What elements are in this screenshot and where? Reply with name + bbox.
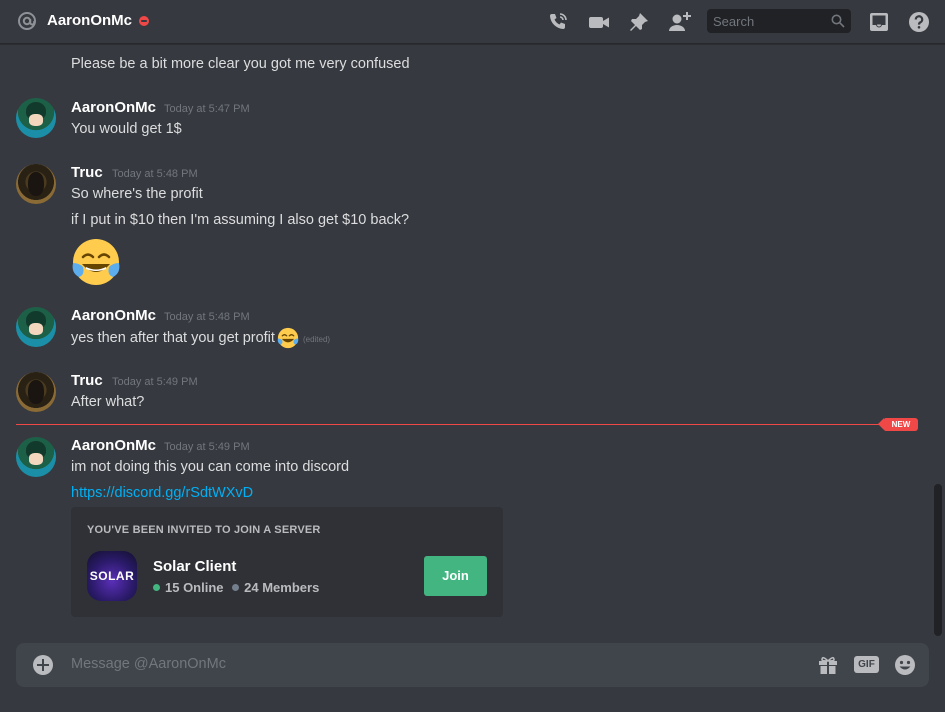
inbox-icon[interactable] [868, 11, 890, 33]
message-text: if I put in $10 then I'm assuming I also… [71, 212, 410, 228]
message-timestamp: Today at 5:47 PM [164, 103, 250, 115]
upload-plus-icon[interactable] [33, 655, 53, 675]
avatar[interactable] [16, 98, 56, 138]
online-count: 15 Online [165, 580, 224, 595]
avatar[interactable] [16, 307, 56, 347]
add-friends-to-dm-icon[interactable] [668, 11, 691, 33]
message-text: After what? [71, 394, 145, 410]
gif-icon[interactable]: GIF [854, 656, 879, 673]
dnd-status-icon [139, 16, 149, 26]
member-count: 24 Members [244, 580, 320, 595]
message-composer[interactable]: Message @AaronOnMc GIF [16, 643, 929, 687]
avatar[interactable] [16, 437, 56, 477]
message-text: im not doing this you can come into disc… [71, 459, 350, 475]
message-author[interactable]: AaronOnMc [71, 307, 156, 324]
start-video-call-icon[interactable] [588, 11, 610, 33]
joy-emoji-icon[interactable] [71, 237, 121, 287]
message-line: yes then after that you get profit (edit… [71, 327, 330, 349]
at-icon [17, 11, 37, 31]
message-text: yes then after that you get profit [71, 329, 275, 346]
server-invite-card: YOU'VE BEEN INVITED TO JOIN A SERVER SOL… [71, 507, 503, 617]
start-voice-call-icon[interactable] [547, 11, 569, 33]
avatar[interactable] [16, 164, 56, 204]
message-text: So where's the profit [71, 186, 203, 202]
gift-icon[interactable] [817, 654, 839, 676]
server-icon-label: SOLAR [89, 569, 135, 583]
dm-username: AaronOnMc [47, 12, 133, 29]
message-text: Please be a bit more clear you got me ve… [71, 56, 410, 72]
invite-link[interactable]: https://discord.gg/rSdtWXvD [71, 485, 253, 501]
edited-label: (edited) [302, 334, 331, 344]
help-icon[interactable] [908, 11, 930, 33]
search-input[interactable]: Search [707, 9, 851, 33]
search-placeholder: Search [713, 14, 755, 29]
message-author[interactable]: AaronOnMc [71, 99, 156, 116]
message-scrollbar[interactable] [934, 484, 942, 636]
message-text: You would get 1$ [71, 121, 182, 137]
server-stats: 15 Online 24 Members [153, 580, 319, 595]
joy-emoji-icon[interactable] [277, 327, 299, 349]
server-icon[interactable]: SOLAR [87, 551, 137, 601]
invite-heading: YOU'VE BEEN INVITED TO JOIN A SERVER [87, 524, 321, 536]
members-dot-icon [232, 584, 240, 591]
message-timestamp: Today at 5:48 PM [164, 311, 250, 323]
message-timestamp: Today at 5:49 PM [164, 441, 250, 453]
channel-header: AaronOnMc Search [0, 0, 945, 44]
message-author[interactable]: Truc [71, 372, 103, 389]
new-messages-divider [16, 424, 886, 425]
message-timestamp: Today at 5:49 PM [112, 376, 198, 388]
message-input[interactable]: Message @AaronOnMc [71, 656, 226, 672]
join-server-button[interactable]: Join [424, 556, 487, 596]
server-name: Solar Client [153, 558, 237, 575]
online-dot-icon [153, 584, 160, 591]
pinned-messages-icon[interactable] [628, 11, 650, 33]
new-messages-badge: NEW [878, 418, 918, 431]
avatar[interactable] [16, 372, 56, 412]
message-timestamp: Today at 5:48 PM [112, 168, 198, 180]
search-icon [831, 14, 845, 28]
emoji-picker-icon[interactable] [894, 654, 916, 676]
message-author[interactable]: Truc [71, 164, 103, 181]
message-author[interactable]: AaronOnMc [71, 437, 156, 454]
